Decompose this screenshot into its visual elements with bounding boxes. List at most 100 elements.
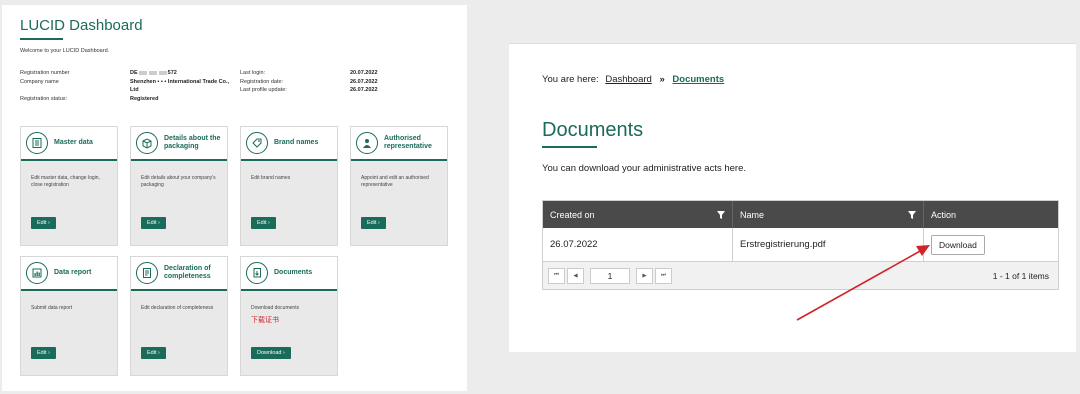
column-label: Action xyxy=(931,209,957,220)
card-title: Declaration of completeness xyxy=(164,265,211,280)
info-label: Last login: xyxy=(240,70,266,76)
pager: ⏮ ◀ 1 ▶ ⏭ 1 - 1 of 1 items xyxy=(543,262,1058,289)
welcome-text: Welcome to your LUCID Dashboard. xyxy=(20,48,110,54)
cell-action: Download xyxy=(924,228,1058,261)
filter-icon[interactable] xyxy=(717,210,725,219)
last-page-icon[interactable]: ⏭ xyxy=(655,267,672,284)
documents-table: Created on Name Action 26.07.2022 Erstre… xyxy=(542,200,1059,290)
cell-file-name: Erstregistrierung.pdf xyxy=(733,228,924,261)
info-row-last-profile-update: Last profile update: 26.07.2022 xyxy=(240,86,378,95)
registration-info: Registration number DE 572 Company name S… xyxy=(20,69,230,103)
card-title: Authorised representative xyxy=(384,135,432,150)
download-documents-button[interactable]: Download › xyxy=(251,347,291,359)
card-description: Edit master data, change login, close re… xyxy=(31,175,100,188)
card-header: Authorised representative xyxy=(351,127,447,161)
card-brand-names: Brand names Edit brand names Edit › xyxy=(240,126,338,246)
card-description: Appoint and edit an authorised represent… xyxy=(361,175,429,188)
previous-page-icon[interactable]: ◀ xyxy=(567,267,584,284)
edit-data-report-button[interactable]: Edit › xyxy=(31,347,56,359)
info-row-registration-number: Registration number DE 572 xyxy=(20,69,230,78)
last-login-value: 20.07.2022 xyxy=(350,70,378,76)
table-header: Created on Name Action xyxy=(543,201,1058,228)
card-master-data: Master data Edit master data, change log… xyxy=(20,126,118,246)
card-description: Edit declaration of completeness xyxy=(141,305,214,311)
card-title: Brand names xyxy=(274,139,319,146)
dashboard-panel: LUCID Dashboard Welcome to your LUCID Da… xyxy=(2,5,467,391)
card-documents: Documents Download documents 下载证书 Downlo… xyxy=(240,256,338,376)
page-number-input[interactable]: 1 xyxy=(590,267,630,284)
info-row-company-name: Company name Shenzhen ▪ ▪ ▪ Internationa… xyxy=(20,78,230,95)
breadcrumb-separator: » xyxy=(659,74,665,85)
info-label: Registration number xyxy=(20,70,70,76)
title-underline xyxy=(20,38,63,40)
card-header: Brand names xyxy=(241,127,337,161)
cell-created-on: 26.07.2022 xyxy=(543,228,733,261)
card-header: Data report xyxy=(21,257,117,291)
card-title: Details about the packaging xyxy=(164,135,221,150)
filter-icon[interactable] xyxy=(908,210,916,219)
info-label: Registration status: xyxy=(20,95,68,102)
download-certificate-note: 下载证书 xyxy=(251,317,279,324)
column-name[interactable]: Name xyxy=(733,201,924,228)
registration-status-value: Registered xyxy=(130,95,159,102)
first-page-icon[interactable]: ⏮ xyxy=(548,267,565,284)
page-description: You can download your administrative act… xyxy=(542,163,747,174)
edit-packaging-button[interactable]: Edit › xyxy=(141,217,166,229)
building-icon xyxy=(26,132,48,154)
report-icon xyxy=(26,262,48,284)
card-description-text: Download documents xyxy=(251,305,300,311)
card-header: Declaration of completeness xyxy=(131,257,227,291)
card-description: Edit details about your company's packag… xyxy=(141,175,216,188)
column-label: Created on xyxy=(550,209,595,220)
card-authorised-representative: Authorised representative Appoint and ed… xyxy=(350,126,448,246)
info-label: Last profile update: xyxy=(240,87,287,93)
column-created-on[interactable]: Created on xyxy=(543,201,733,228)
card-packaging: Details about the packaging Edit details… xyxy=(130,126,228,246)
card-header: Details about the packaging xyxy=(131,127,227,161)
info-row-registration-status: Registration status: Registered xyxy=(20,95,230,104)
documents-icon xyxy=(246,262,268,284)
edit-representative-button[interactable]: Edit › xyxy=(361,217,386,229)
card-title: Data report xyxy=(54,269,92,276)
card-description: Submit data report xyxy=(31,305,73,311)
breadcrumb-current: Documents xyxy=(672,74,725,85)
package-icon xyxy=(136,132,158,154)
edit-declaration-button[interactable]: Edit › xyxy=(141,347,166,359)
edit-master-data-button[interactable]: Edit › xyxy=(31,217,56,229)
card-header: Documents xyxy=(241,257,337,291)
table-row: 26.07.2022 Erstregistrierung.pdf Downloa… xyxy=(543,228,1058,262)
next-page-icon[interactable]: ▶ xyxy=(636,267,653,284)
info-row-registration-date: Registration date: 26.07.2022 xyxy=(240,78,378,87)
info-label: Company name xyxy=(20,78,59,85)
info-row-last-login: Last login: 20.07.2022 xyxy=(240,69,378,78)
breadcrumb-prefix: You are here: xyxy=(542,74,599,85)
redaction-mark xyxy=(158,70,167,75)
card-description: Edit brand names xyxy=(251,175,291,181)
column-action: Action xyxy=(924,201,1058,228)
info-label: Registration date: xyxy=(240,78,284,85)
company-name-value: Shenzhen ▪ ▪ ▪ International Trade Co., … xyxy=(130,78,230,94)
redaction-mark xyxy=(148,70,157,75)
edit-brand-names-button[interactable]: Edit › xyxy=(251,217,276,229)
login-info: Last login: 20.07.2022 Registration date… xyxy=(240,69,378,95)
pager-info: 1 - 1 of 1 items xyxy=(992,270,1049,281)
redaction-mark xyxy=(138,70,147,75)
card-data-report: Data report Submit data report Edit › xyxy=(20,256,118,376)
breadcrumb-dashboard-link[interactable]: Dashboard xyxy=(605,74,651,85)
column-label: Name xyxy=(740,209,765,220)
page-title: Documents xyxy=(542,119,644,141)
card-title: Master data xyxy=(54,139,93,146)
last-profile-update-value: 26.07.2022 xyxy=(350,87,378,93)
card-header: Master data xyxy=(21,127,117,161)
registration-date-value: 26.07.2022 xyxy=(350,78,378,85)
title-underline xyxy=(542,146,597,148)
card-declaration: Declaration of completeness Edit declara… xyxy=(130,256,228,376)
declaration-icon xyxy=(136,262,158,284)
card-title: Documents xyxy=(274,269,313,276)
documents-panel: You are here: Dashboard » Documents Docu… xyxy=(509,43,1076,352)
download-button[interactable]: Download xyxy=(931,234,985,255)
registration-number-value: DE 572 xyxy=(130,70,177,76)
dashboard-title: LUCID Dashboard xyxy=(20,17,143,34)
tag-icon xyxy=(246,132,268,154)
card-description: Download documents 下载证书 xyxy=(241,291,337,324)
